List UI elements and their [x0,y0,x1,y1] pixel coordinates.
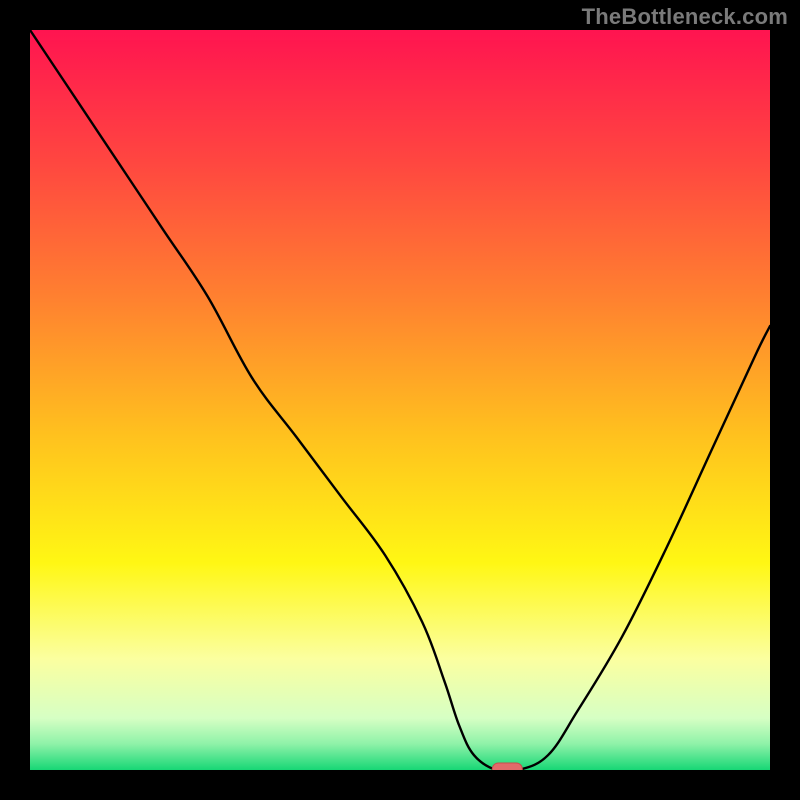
plot-area [30,30,770,770]
chart-background [30,30,770,770]
bottleneck-chart-svg [30,30,770,770]
watermark-text: TheBottleneck.com [582,4,788,30]
optimal-point-marker [492,763,522,770]
chart-frame: TheBottleneck.com [0,0,800,800]
